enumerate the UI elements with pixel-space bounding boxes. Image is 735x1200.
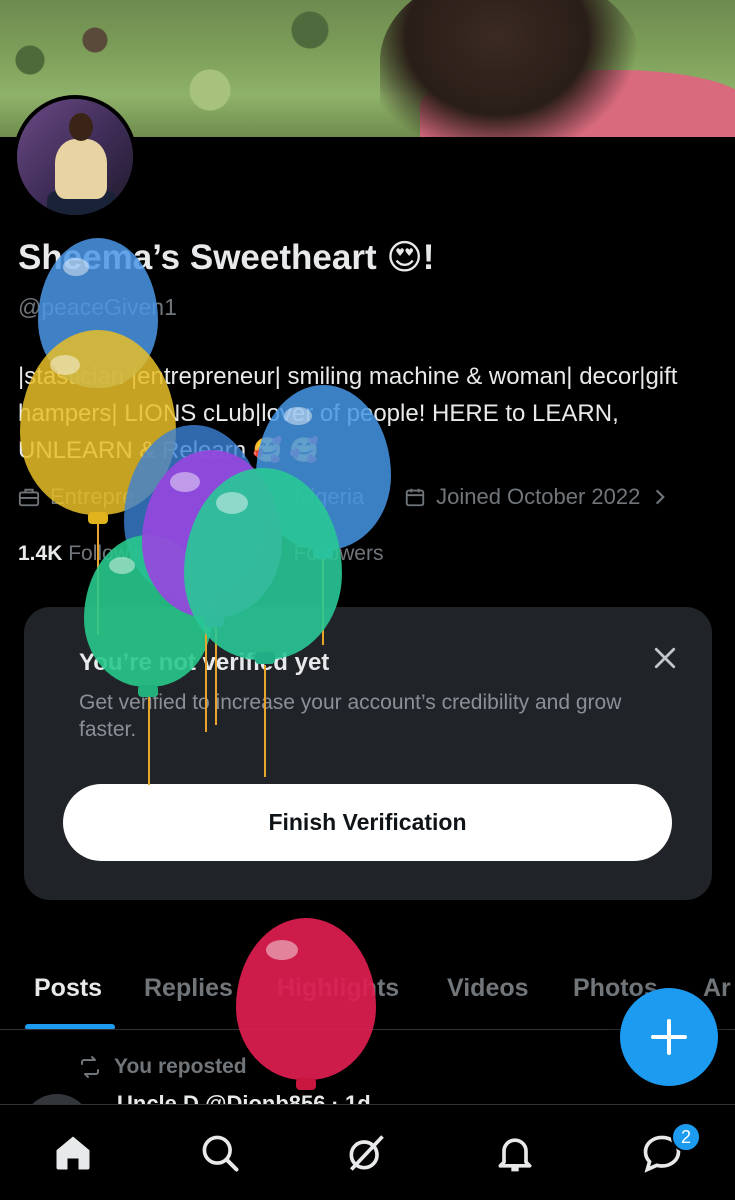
following-count: 1.4K — [18, 542, 63, 565]
notifications-icon[interactable] — [493, 1131, 537, 1175]
profile-handle: @peaceGiven1 — [18, 294, 177, 320]
active-tab-indicator — [25, 1024, 115, 1029]
profile-category: Entrepre — [50, 484, 135, 509]
profile-bio: |stastician |entrepreneur| smiling machi… — [18, 363, 678, 464]
home-icon[interactable] — [51, 1131, 95, 1175]
avatar[interactable] — [13, 95, 137, 219]
repost-indicator: You reposted — [78, 1055, 247, 1079]
grok-icon[interactable] — [344, 1131, 388, 1175]
finish-verification-button[interactable]: Finish Verification — [63, 784, 672, 861]
messages-badge: 2 — [671, 1122, 701, 1152]
post-preview[interactable]: Uncle D @Dionb856 · 1d — [22, 1088, 722, 1104]
verification-description: Get verified to increase your account’s … — [79, 691, 622, 741]
tab-posts[interactable]: Posts — [34, 974, 102, 1003]
post-author-avatar[interactable] — [22, 1094, 92, 1104]
verification-title: You’re not verified yet — [79, 649, 330, 676]
tab-videos[interactable]: Videos — [447, 974, 529, 1003]
profile-meta: Entrepre Nigeria Joined October 2022 — [18, 484, 670, 510]
post-author-line: Uncle D @Dionb856 · 1d — [117, 1091, 371, 1104]
briefcase-icon — [18, 488, 40, 507]
profile-location: Nigeria — [294, 484, 365, 509]
repost-icon — [81, 1056, 99, 1078]
close-icon[interactable] — [650, 643, 680, 673]
plus-icon — [651, 1019, 687, 1055]
tab-articles[interactable]: Ar — [703, 974, 731, 1003]
following-label: Following — [68, 542, 157, 565]
balloon-purple — [142, 450, 282, 618]
display-name: Sheema’s Sweetheart 😍! — [18, 238, 435, 277]
tab-replies[interactable]: Replies — [144, 974, 233, 1003]
repost-label: You reposted — [114, 1055, 247, 1078]
follow-stats[interactable]: 1.4K Following Followers — [18, 542, 383, 566]
profile-joined: Joined October 2022 — [436, 484, 641, 509]
verification-card: You’re not verified yet Get verified to … — [24, 607, 712, 900]
chevron-right-icon[interactable] — [650, 487, 670, 507]
followers-label: Followers — [293, 542, 384, 565]
tab-highlights[interactable]: Highlights — [277, 974, 399, 1003]
calendar-icon — [405, 488, 425, 507]
bottom-navigation — [0, 1104, 735, 1200]
banner-person — [380, 0, 640, 137]
compose-post-button[interactable] — [620, 988, 718, 1086]
search-icon[interactable] — [198, 1131, 242, 1175]
